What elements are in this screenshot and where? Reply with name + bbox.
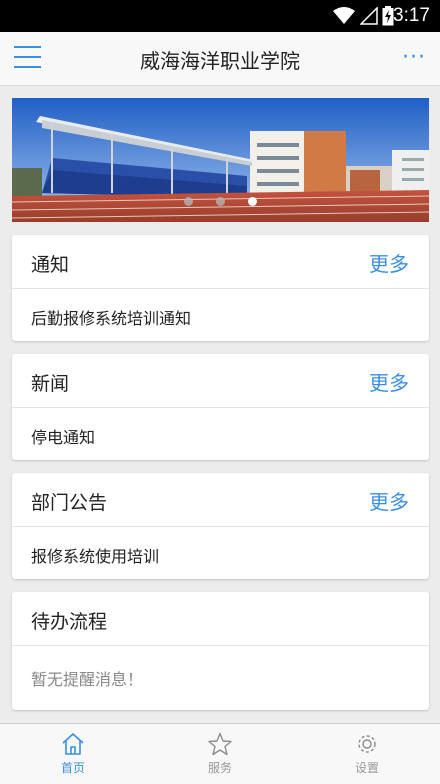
announcement-item-text: 报修系统使用培训 xyxy=(31,547,160,566)
page-title: 威海海洋职业学院 xyxy=(140,49,300,73)
todo-empty-message: 暂无提醒消息！ xyxy=(31,670,144,689)
todo-empty-state: 暂无提醒消息！ xyxy=(12,646,429,710)
news-card-title: 新闻 xyxy=(31,373,70,395)
home-icon xyxy=(62,733,84,755)
tab-services-label: 服务 xyxy=(207,761,232,775)
app-bar: 威海海洋职业学院 ··· xyxy=(0,32,440,86)
carousel-dot-active[interactable] xyxy=(248,197,258,206)
tab-home[interactable]: 首页 xyxy=(0,724,146,784)
carousel-indicators xyxy=(12,191,429,210)
notice-card: 通知 更多 后勤报修系统培训通知 xyxy=(12,235,429,341)
carousel-dot[interactable] xyxy=(216,197,225,206)
star-icon xyxy=(208,732,232,756)
notice-card-title: 通知 xyxy=(31,254,70,276)
announcement-more-link[interactable]: 更多 xyxy=(369,486,409,515)
department-announcement-card: 部门公告 更多 报修系统使用培训 xyxy=(12,473,429,579)
news-card: 新闻 更多 停电通知 xyxy=(12,354,429,460)
todo-card-header: 待办流程 xyxy=(12,592,429,646)
announcement-card-header: 部门公告 更多 xyxy=(12,473,429,527)
wifi-icon xyxy=(333,7,355,24)
notice-more-link[interactable]: 更多 xyxy=(369,248,409,277)
status-time: 3:17 xyxy=(393,5,430,26)
news-more-link[interactable]: 更多 xyxy=(369,367,409,396)
tab-settings[interactable]: 设置 xyxy=(294,724,440,784)
tab-home-label: 首页 xyxy=(60,761,85,775)
news-item-text: 停电通知 xyxy=(31,428,96,447)
news-list-item[interactable]: 停电通知 xyxy=(12,408,429,460)
bottom-tab-bar: 首页 服务 设置 xyxy=(0,723,440,784)
todo-card-title: 待办流程 xyxy=(31,611,108,633)
notice-list-item[interactable]: 后勤报修系统培训通知 xyxy=(12,289,429,341)
announcement-card-title: 部门公告 xyxy=(31,492,108,514)
todo-process-card: 待办流程 暂无提醒消息！ xyxy=(12,592,429,710)
notice-card-header: 通知 更多 xyxy=(12,235,429,289)
tab-settings-label: 设置 xyxy=(354,761,379,775)
news-card-header: 新闻 更多 xyxy=(12,354,429,408)
tab-services[interactable]: 服务 xyxy=(147,724,293,784)
status-bar: 3:17 xyxy=(0,0,440,32)
signal-icon xyxy=(360,7,378,25)
more-options-icon[interactable]: ··· xyxy=(402,45,426,70)
carousel-dot[interactable] xyxy=(183,197,193,206)
banner-carousel[interactable] xyxy=(12,98,429,222)
announcement-list-item[interactable]: 报修系统使用培训 xyxy=(12,527,429,579)
gear-icon xyxy=(358,735,376,753)
notice-item-text: 后勤报修系统培训通知 xyxy=(31,309,192,328)
